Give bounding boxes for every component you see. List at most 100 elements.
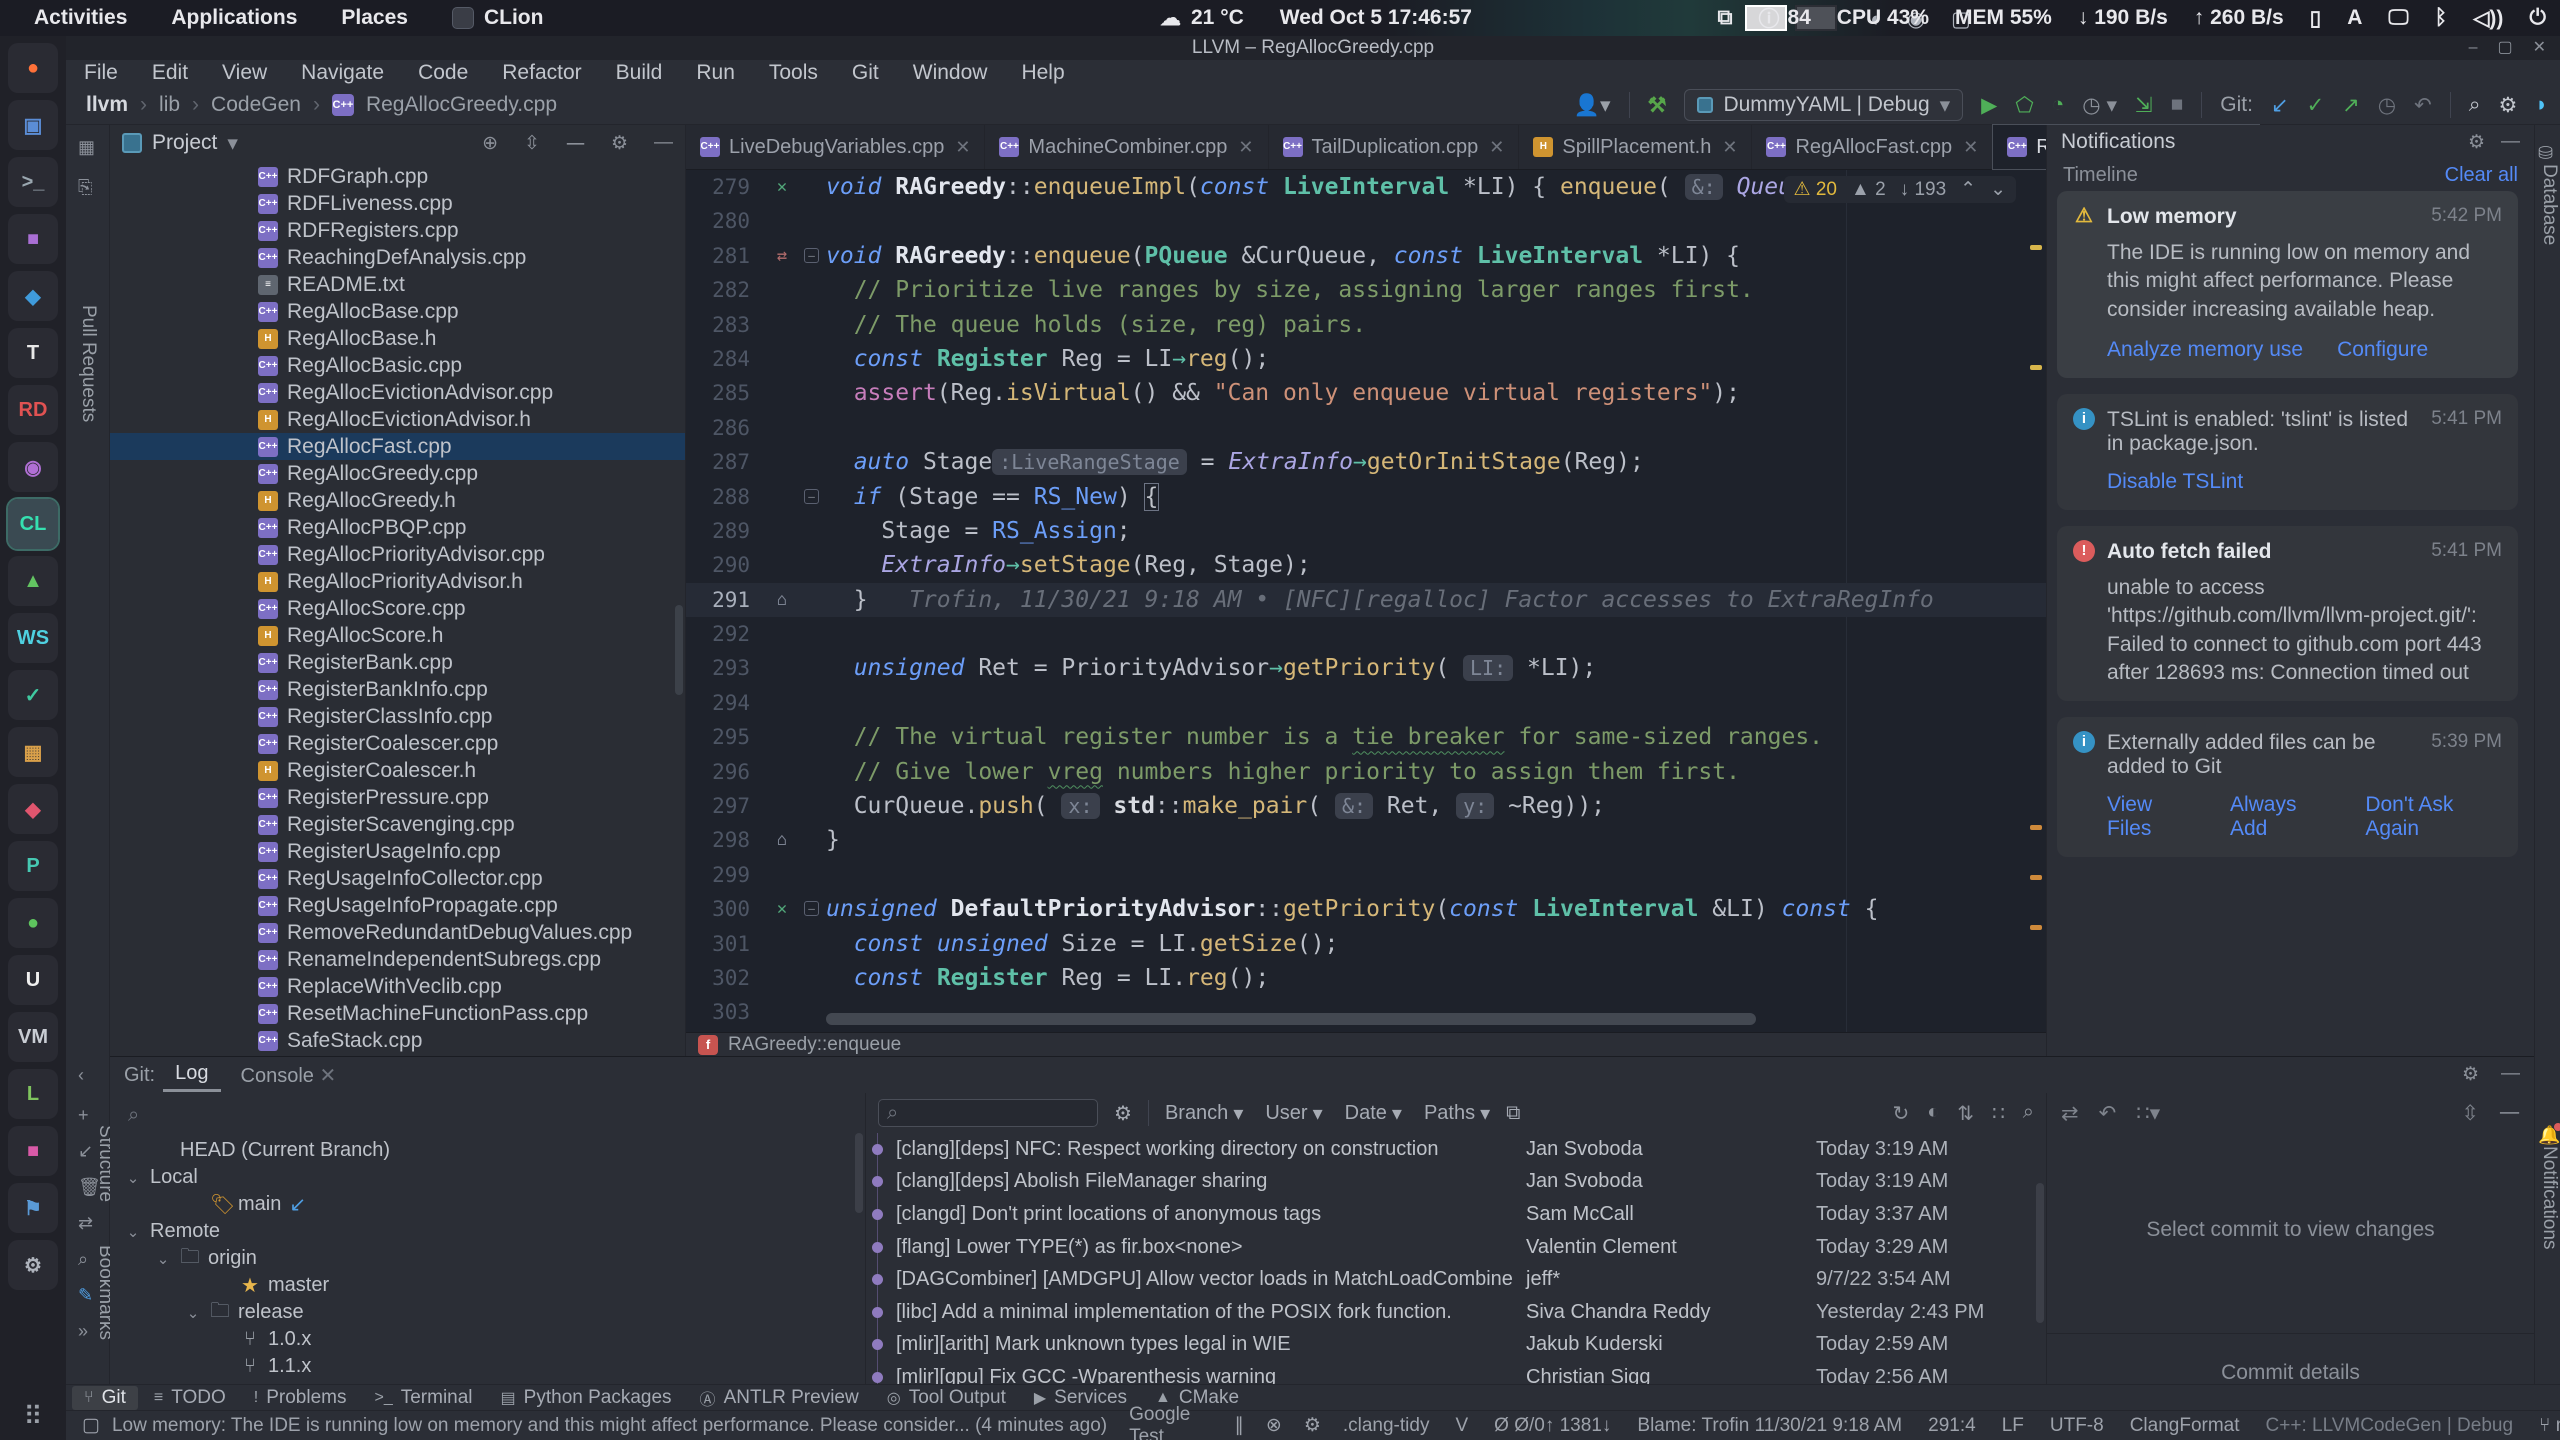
toolwindow-antlr-preview[interactable]: ⒶANTLR Preview [688, 1385, 871, 1411]
toolwindow-terminal[interactable]: >_Terminal [362, 1386, 484, 1410]
commit-row[interactable]: [DAGCombiner] [AMDGPU] Allow vector load… [866, 1263, 2046, 1296]
status-segment[interactable]: Blame: Trofin 11/30/21 9:18 AM [1637, 1415, 1902, 1437]
commits-scrollbar[interactable] [2036, 1183, 2044, 1323]
commit-search-gear-icon[interactable]: ⚙ [1114, 1101, 1132, 1126]
filter-date[interactable]: Date▾ [1345, 1101, 1402, 1126]
menu-edit[interactable]: Edit [152, 61, 188, 85]
expand-all-icon[interactable]: ⇳ [524, 132, 540, 155]
menu-navigate[interactable]: Navigate [301, 61, 384, 85]
menu-git[interactable]: Git [852, 61, 879, 85]
rollback-button[interactable]: ↶ [2414, 93, 2432, 118]
zoom-icon[interactable]: ⌕ [2023, 1101, 2034, 1126]
menu-run[interactable]: Run [696, 61, 735, 85]
code-line-300[interactable]: 300✕–unsigned DefaultPriorityAdvisor::ge… [686, 892, 2046, 926]
implemented-marker-icon[interactable]: ✕ [762, 892, 802, 926]
closure-marker-icon[interactable]: ⌂ [762, 583, 802, 617]
implemented-marker-icon[interactable]: ✕ [762, 170, 802, 204]
scroll-marker[interactable] [2030, 245, 2042, 250]
status-segment[interactable]: LF [2002, 1415, 2024, 1437]
terminal-app-dock-icon[interactable]: >_ [8, 157, 58, 207]
pen-app-dock-icon[interactable]: P [8, 841, 58, 891]
image-app-dock-icon[interactable]: ▦ [8, 727, 58, 777]
attach-button[interactable]: ⇲ [2135, 93, 2153, 118]
applications-menu[interactable]: Applications [171, 6, 297, 30]
tree-item-RenameIndependentSubregs.cpp[interactable]: C++RenameIndependentSubregs.cpp [110, 946, 685, 973]
notification-action-configure[interactable]: Configure [2337, 338, 2428, 362]
tree-item-RegUsageInfoCollector.cpp[interactable]: C++RegUsageInfoCollector.cpp [110, 865, 685, 892]
code-line-294[interactable]: 294 [686, 686, 2046, 720]
code-line-291[interactable]: 291⌂ } Trofin, 11/30/21 9:18 AM • [NFC][… [686, 583, 2046, 617]
edit-icon[interactable]: ✎ [78, 1285, 93, 1306]
notification-action-always-add[interactable]: Always Add [2230, 793, 2331, 841]
breadcrumb[interactable]: llvm›lib›CodeGen›C++RegAllocGreedy.cpp [66, 93, 557, 117]
more-icon[interactable]: » [78, 1321, 88, 1342]
tree-item-RegAllocPBQP.cpp[interactable]: C++RegAllocPBQP.cpp [110, 514, 685, 541]
tab-close-icon[interactable]: ✕ [1963, 137, 1978, 158]
tree-item-RegisterUsageInfo.cpp[interactable]: C++RegisterUsageInfo.cpp [110, 838, 685, 865]
status-indicators[interactable]: ⧉ⓘ84CPU 43%MEM 55%↓ 190 B/s↑ 260 B/s▯A🖵ᛒ… [1717, 0, 2546, 36]
code-line-284[interactable]: 284 const Register Reg = LI→reg(); [686, 342, 2046, 376]
next-problem-icon[interactable]: ⌄ [1990, 178, 2006, 201]
tree-item-RegAllocEvictionAdvisor.h[interactable]: HRegAllocEvictionAdvisor.h [110, 406, 685, 433]
tab-close-icon[interactable]: ✕ [1238, 137, 1253, 158]
tree-item-RegisterCoalescer.h[interactable]: HRegisterCoalescer.h [110, 757, 685, 784]
chevron-down-icon[interactable]: ⌄ [124, 1223, 142, 1241]
coverage-button[interactable]: ◔ [2052, 93, 2065, 117]
code-line-288[interactable]: 288– if (Stage == RS_New) { [686, 480, 2046, 514]
commit-row[interactable]: [clang][deps] NFC: Respect working direc… [866, 1133, 2046, 1166]
notif-hide-icon[interactable]: — [2501, 131, 2520, 153]
tree-item-RegAllocPriorityAdvisor.cpp[interactable]: C++RegAllocPriorityAdvisor.cpp [110, 541, 685, 568]
android-app-dock-icon[interactable]: ▲ [8, 556, 58, 606]
magenta-app-dock-icon[interactable]: ■ [8, 1126, 58, 1176]
code-line-302[interactable]: 302 const Register Reg = LI.reg(); [686, 961, 2046, 995]
profiler-button[interactable]: ◷ ▾ [2082, 93, 2117, 118]
recursive-call-icon[interactable]: ⇄ [762, 239, 802, 273]
code-line-281[interactable]: 281⇄–void RAGreedy::enqueue(PQueue &CurQ… [686, 239, 2046, 273]
notification-card[interactable]: iTSLint is enabled: 'tslint' is listed i… [2057, 394, 2518, 510]
code-line-287[interactable]: 287 auto Stage:LiveRangeStage = ExtraInf… [686, 445, 2046, 479]
filter-paths[interactable]: Paths▾ [1424, 1101, 1490, 1126]
firefox-dock-icon[interactable]: ● [8, 43, 58, 93]
background-tasks-icon[interactable]: ⚙ [1304, 1414, 1321, 1437]
collapse-all-icon[interactable]: ⼀ [566, 130, 585, 157]
scroll-marker[interactable] [2030, 365, 2042, 370]
expand-icon[interactable]: ⇳ [2461, 1101, 2479, 1126]
chevron-down-icon[interactable]: ⌄ [184, 1304, 202, 1322]
notification-action-view-files[interactable]: View Files [2107, 793, 2196, 841]
history-button[interactable]: ◷ [2378, 93, 2396, 118]
vscode-dock-icon[interactable]: ◆ [8, 271, 58, 321]
menu-tools[interactable]: Tools [769, 61, 818, 85]
branch-1-1-x[interactable]: ⑂1.1.x [110, 1353, 865, 1380]
status-segment[interactable]: V [1455, 1415, 1468, 1437]
group-icon[interactable]: ∷▾ [2136, 1101, 2160, 1126]
clear-all-link[interactable]: Clear all [2445, 164, 2518, 187]
notification-action-disable-tslint[interactable]: Disable TSLint [2107, 470, 2243, 494]
breadcrumb-item-lib[interactable]: lib [159, 93, 180, 117]
code-line-295[interactable]: 295 // The virtual register number is a … [686, 720, 2046, 754]
minimize-icon[interactable]: – [2469, 36, 2478, 60]
fold-marker[interactable]: – [804, 489, 819, 504]
rd-app-dock-icon[interactable]: RD [8, 385, 58, 435]
tree-item-RegAllocScore.h[interactable]: HRegAllocScore.h [110, 622, 685, 649]
code-line-283[interactable]: 283 // The queue holds (size, reg) pairs… [686, 308, 2046, 342]
chevron-down-icon[interactable]: ⌄ [154, 1250, 172, 1268]
editor-tab-SpillPlacement.h[interactable]: HSpillPlacement.h✕ [1519, 125, 1752, 169]
filter-user[interactable]: User▾ [1265, 1101, 1322, 1126]
branch-release[interactable]: ⌄🗀release [110, 1299, 865, 1326]
code-line-298[interactable]: 298⌂} [686, 823, 2046, 857]
branch-remote[interactable]: ⌄Remote [110, 1218, 865, 1245]
tab-close-icon[interactable]: ✕ [955, 137, 970, 158]
commit-row[interactable]: [mlir][arith] Mark unknown types legal i… [866, 1329, 2046, 1362]
undo-icon[interactable]: ↶ [2099, 1101, 2117, 1126]
flag-app-dock-icon[interactable]: ⚑ [8, 1183, 58, 1233]
go-to-hash-icon[interactable]: ⧉ [1506, 1102, 1520, 1125]
scroll-marker[interactable] [2030, 875, 2042, 880]
vm-app-dock-icon[interactable]: VM [8, 1012, 58, 1062]
editor-hscrollbar[interactable] [826, 1013, 1756, 1025]
breadcrumb-item-codegen[interactable]: CodeGen [211, 93, 301, 117]
tree-item-RemoveRedundantDebugValues.cpp[interactable]: C++RemoveRedundantDebugValues.cpp [110, 919, 685, 946]
code-editor[interactable]: 279✕void RAGreedy::enqueueImpl(const Liv… [686, 170, 2046, 1032]
pull-requests-tab[interactable]: Pull Requests [77, 305, 99, 422]
gear-app-dock-icon[interactable]: ⚙ [8, 1240, 58, 1290]
camera-app-dock-icon[interactable]: ◉ [8, 442, 58, 492]
